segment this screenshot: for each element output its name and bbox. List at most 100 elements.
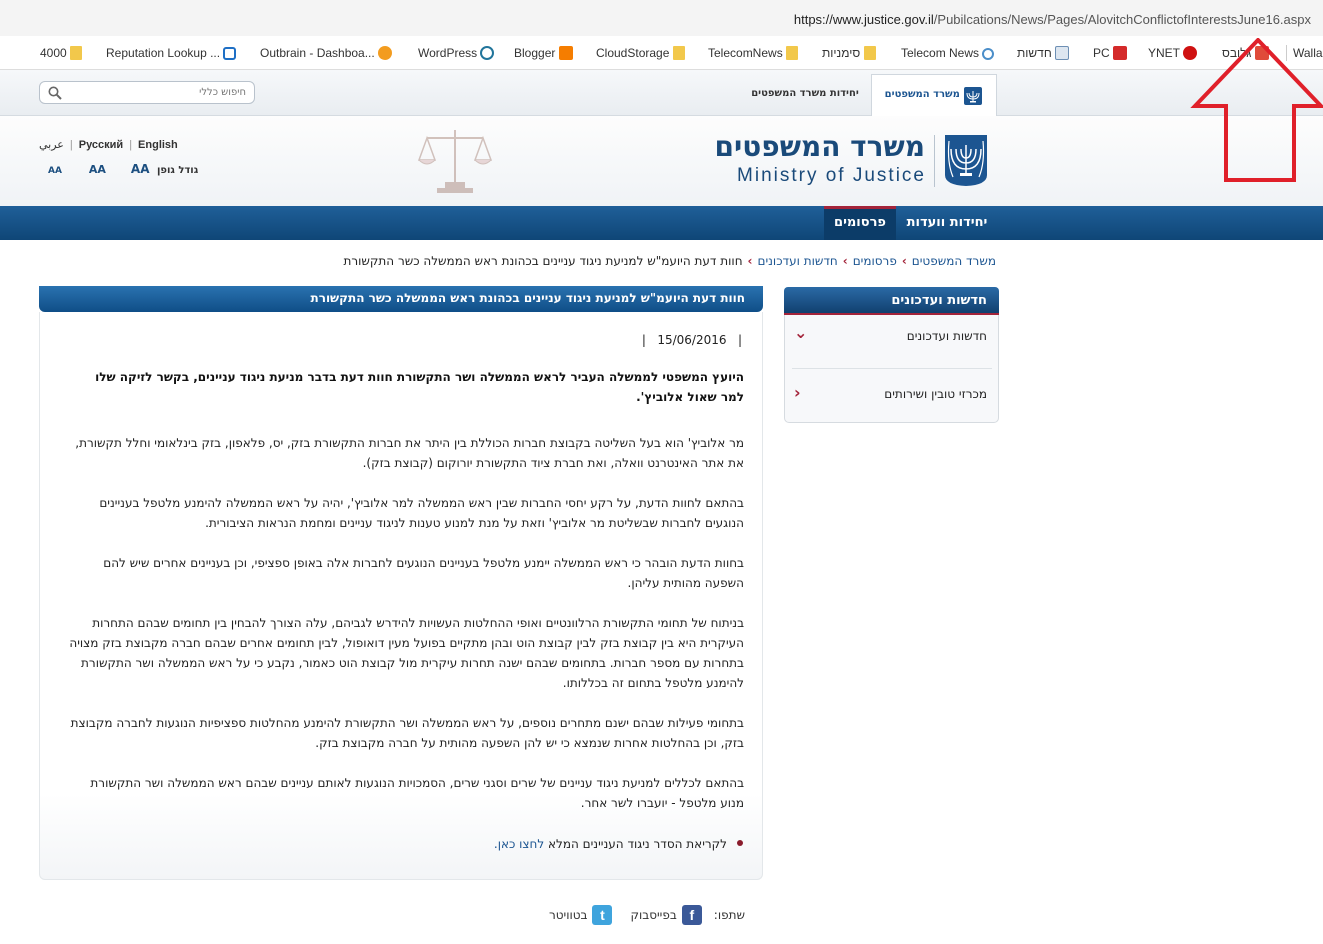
folder-icon [672,46,685,60]
logo-english-text[interactable]: Ministry of Justice [706,165,926,187]
breadcrumb: משרד המשפטים › פרסומים › חדשות ועדכונים › חוות… [343,254,996,268]
bookmarks-bar: 4000 Reputation Lookup ... Outbrain - Da… [0,36,1323,70]
breadcrumb-current: חוות דעת היועמ"ש למניעת ניגוד עניינים בכ… [343,254,743,268]
share-twitter-link[interactable]: בטוויטר [549,908,588,922]
article-lead: היועץ המשפטי לממשלה העביר לראש הממשלה וש… [95,370,744,404]
article-date-value: 15/06/2016 [657,333,727,347]
pc-icon [1113,46,1128,60]
read-more-text: לקריאת הסדר ניגוד העניינים המלא [544,837,727,851]
wordpress-icon [480,46,495,60]
lang-russian-link[interactable]: Русский [79,139,123,151]
sidebar-divider [792,368,992,369]
logo-divider [934,135,935,187]
share-facebook-link[interactable]: בפייסבוק [630,908,676,922]
tab-ministry[interactable]: משרד המשפטים [871,74,997,116]
bookmark-blogger[interactable]: Blogger [514,45,573,61]
breadcrumb-publications[interactable]: פרסומים [853,254,897,268]
bookmark-4000[interactable]: 4000 [40,45,83,61]
bookmark-label: 4000 [40,46,67,60]
lang-separator: | [129,139,133,151]
bookmark-label: סימניות [822,46,861,60]
bookmark-label: CloudStorage [596,46,670,60]
article-paragraph: בניתוח של תחומי התקשורת הרלוונטיים ואופי… [69,616,744,690]
bookmark-label: חדשות [1017,46,1052,60]
url-path: /Pubilcations/News/Pages/AlovitchConflic… [933,12,1311,27]
breadcrumb-arrow: › [842,254,848,268]
bookmark-label: WordPress [418,46,478,60]
search-box[interactable] [39,81,255,104]
article-paragraph: בהתאם לחוות הדעת, על רקע יחסי החברות שבי… [99,496,744,530]
article-paragraph: בחוות הדעת הובהר כי ראש הממשלה יימנע מלט… [103,556,744,590]
site-header [0,116,1323,206]
font-size-controls: AA AA AA גודל גופן [48,162,198,176]
search-input[interactable] [70,84,246,101]
tab-units[interactable]: יחידות משרד המשפטים [741,74,869,116]
browser-address-bar[interactable]: https://www.justice.gov.il/Pubilcations/… [0,0,1323,36]
tab-ministry-label: משרד המשפטים [884,89,960,100]
url-text[interactable]: https://www.justice.gov.il/Pubilcations/… [794,12,1311,27]
lang-arabic-link[interactable]: عربي [39,139,64,151]
article-paragraph: בהתאם לכללים למניעת ניגוד עניינים של שרי… [90,776,744,810]
folder-icon [786,46,799,60]
bookmark-label: Reputation Lookup ... [106,46,221,60]
bookmark-label: Blogger [514,46,556,60]
lang-english-link[interactable]: English [138,139,178,151]
bullet-icon [737,840,743,846]
news-icon [1055,46,1070,60]
breadcrumb-home[interactable]: משרד המשפטים [912,254,996,268]
bookmark-outbrain[interactable]: Outbrain - Dashboa... [260,45,393,61]
url-host: https://www.justice.gov.il [793,12,934,27]
breadcrumb-arrow: › [747,254,753,268]
outbrain-icon [378,46,393,60]
red-arrow-annotation-icon [1190,38,1323,182]
state-emblem-icon[interactable] [943,133,989,187]
facebook-icon[interactable]: f [681,905,702,925]
folder-icon [863,46,876,60]
reputation-icon [223,47,237,60]
breadcrumb-arrow: › [901,254,907,268]
nav-publications[interactable]: פרסומים [824,206,896,240]
article-paragraph: בתחומי פעילות שבהם ישנם מתחרים נוספים, ע… [70,716,744,750]
sidebar-item-news[interactable]: חדשות ועדכונים ⌄ [790,323,993,348]
logo-hebrew-text[interactable]: משרד המשפטים [705,130,925,163]
bookmark-cloudstorage[interactable]: CloudStorage [596,45,685,61]
sidebar-item-label: חדשות ועדכונים [906,329,987,343]
font-size-medium-button[interactable]: AA [89,163,106,176]
main-navigation: יחידות וועדות פרסומים [0,206,1323,240]
bookmark-label: Telecom News [901,46,980,60]
chevron-left-icon: ‹ [794,383,801,402]
article-date: | 15/06/2016 | [641,333,742,347]
article-title: חוות דעת היועמ"ש למניעת ניגוד עניינים בכ… [39,286,763,312]
search-icon[interactable] [48,86,62,100]
telecom-icon [982,48,995,60]
lang-separator: | [69,139,73,151]
bookmark-wordpress[interactable]: WordPress [418,45,495,61]
tab-units-label: יחידות משרד המשפטים [751,88,859,99]
bookmark-reputation[interactable]: Reputation Lookup ... [106,45,237,61]
font-size-large-button[interactable]: AA [131,162,150,176]
bookmark-label: PC [1093,46,1110,60]
bookmark-label: Outbrain - Dashboa... [260,46,375,60]
sidebar-item-label: מכרזי טובין ושירותים [884,387,987,401]
chevron-down-icon: ⌄ [794,323,808,342]
bookmark-news[interactable]: חדשות [1017,45,1070,61]
font-size-label: גודל גופן [156,165,199,176]
language-switcher: عربي | Русский | English [39,138,178,151]
breadcrumb-news[interactable]: חדשות ועדכונים [757,254,837,268]
folder-icon [70,46,83,60]
read-more-link[interactable]: לחצו כאן. [494,837,544,851]
share-bar: שתפו: f בפייסבוק t בטוויטר [549,905,745,927]
sidebar-item-tenders[interactable]: מכרזי טובין ושירותים ‹ [790,382,993,406]
font-size-small-button[interactable]: AA [48,166,62,176]
article-paragraph: מר אלוביץ' הוא בעל השליטה בקבוצת חברות ה… [75,436,744,470]
scales-of-justice-icon [417,130,493,193]
nav-units-committees[interactable]: יחידות וועדות [898,206,996,240]
twitter-icon[interactable]: t [592,905,613,925]
bookmark-simaniot[interactable]: סימניות [822,45,876,61]
share-label: שתפו: [713,908,745,922]
menorah-icon [963,84,983,105]
bookmark-telecom-news[interactable]: Telecom News [901,45,995,61]
bookmark-telecomnews-folder[interactable]: TelecomNews [708,45,799,61]
blogger-icon [558,46,573,60]
bookmark-pc[interactable]: PC [1093,45,1128,61]
